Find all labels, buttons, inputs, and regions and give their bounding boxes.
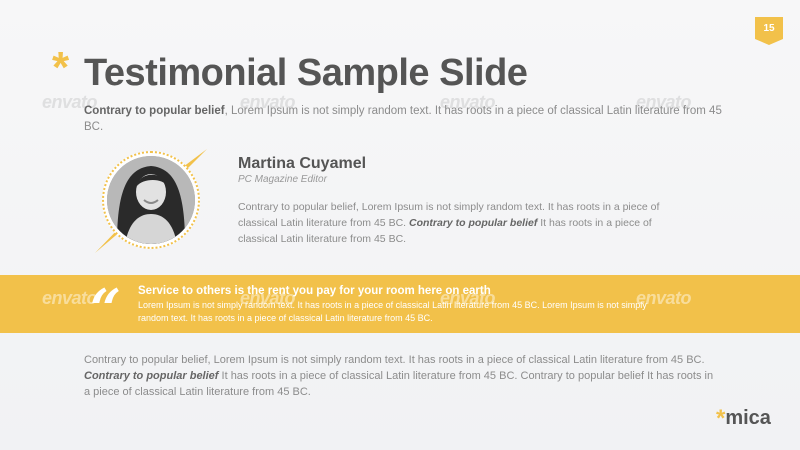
quote-title: Service to others is the rent you pay fo… xyxy=(138,285,491,297)
mica-logo: *mica xyxy=(716,405,771,433)
intro-text: Contrary to popular belief, Lorem Ipsum … xyxy=(84,103,724,135)
quote-icon: “ xyxy=(90,277,122,341)
quote-body: Lorem Ipsum is not simply random text. I… xyxy=(138,300,647,323)
testimonial-bio: Contrary to popular belief, Lorem Ipsum … xyxy=(238,199,690,247)
footer-bold: Contrary to popular belief xyxy=(84,370,219,382)
portrait-icon xyxy=(107,156,195,244)
footer-text: Contrary to popular belief, Lorem Ipsum … xyxy=(84,352,714,400)
page-title: Testimonial Sample Slide xyxy=(84,52,528,94)
footer-part: Contrary to popular belief, Lorem Ipsum … xyxy=(84,354,705,366)
avatar xyxy=(107,156,195,244)
logo-text: mica xyxy=(725,407,771,429)
page-number: 15 xyxy=(763,22,775,34)
testimonial-role: PC Magazine Editor xyxy=(238,174,327,185)
watermark: envato xyxy=(42,288,98,308)
logo-asterisk-icon: * xyxy=(716,405,726,432)
testimonial-name: Martina Cuyamel xyxy=(238,155,367,172)
page-number-badge: 15 xyxy=(755,17,783,45)
bio-bold: Contrary to popular belief xyxy=(408,217,538,229)
avatar-frame xyxy=(95,145,207,257)
slide: 15 envato envato envato envato * Testimo… xyxy=(0,0,800,450)
intro-bold: Contrary to popular belief xyxy=(84,105,225,117)
title-asterisk-icon: * xyxy=(52,43,70,92)
